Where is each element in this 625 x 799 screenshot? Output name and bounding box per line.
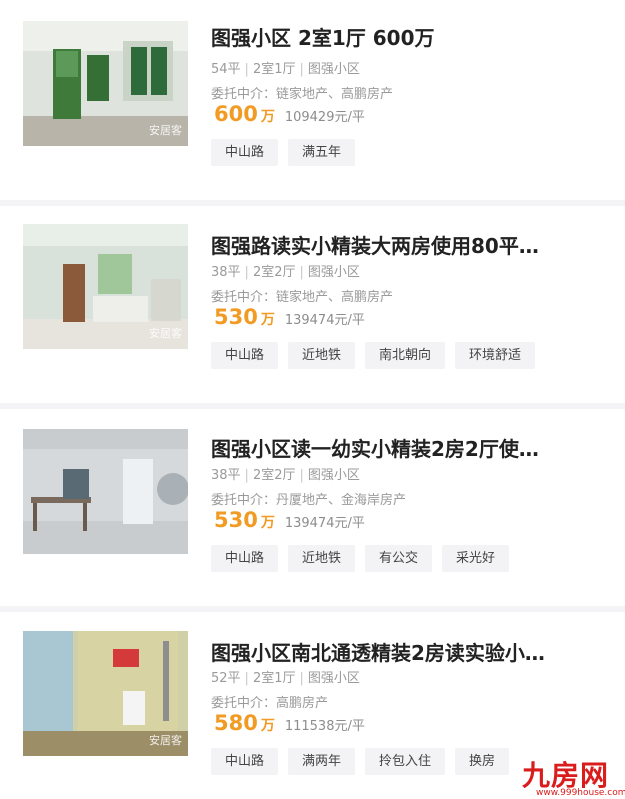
price-row: 530 万 139474元/平 (214, 305, 365, 329)
price-row: 600 万 109429元/平 (214, 102, 365, 126)
area: 38平 (211, 265, 241, 280)
agent-info: 委托中介：链家地产、高鹏房产 (211, 290, 394, 305)
community: 图强小区 (307, 671, 360, 686)
total-price: 580 (214, 711, 258, 735)
price-row: 530 万 139474元/平 (214, 508, 365, 532)
tag: 近地铁 (288, 545, 356, 572)
tag: 南北朝向 (365, 342, 446, 369)
listing-meta: 38平 | 2室2厅 | 图强小区 (211, 468, 360, 483)
tag: 满两年 (288, 748, 356, 775)
site-logo: 九房网 www.999house.com (522, 754, 625, 799)
area: 54平 (211, 62, 241, 77)
tag: 中山路 (211, 545, 279, 572)
watermark: 安居客 (149, 124, 182, 137)
listing-meta: 38平 | 2室2厅 | 图强小区 (211, 265, 360, 280)
agent-info: 委托中介：高鹏房产 (211, 696, 329, 711)
community: 图强小区 (307, 265, 360, 280)
total-price: 600 (214, 102, 258, 126)
tag: 近地铁 (288, 342, 356, 369)
listing-card[interactable]: 安居客 图强路读实小精装大两房使用80平… 38平 | 2室2厅 | 图强小区 委托中介… (0, 206, 625, 403)
watermark: 安居客 (149, 327, 182, 340)
listing-photo[interactable]: 安居客 (23, 631, 188, 756)
listing-card[interactable]: 图强小区读一幼实小精装2房2厅使… 38平 | 2室2厅 | 图强小区 委托中介：丹厦地… (0, 409, 625, 606)
unit-price: 139474元/平 (284, 516, 365, 531)
agent-info: 委托中介：丹厦地产、金海岸房产 (211, 493, 407, 508)
layout: 2室2厅 (252, 265, 296, 280)
listing-meta: 52平 | 2室1厅 | 图强小区 (211, 671, 360, 686)
layout: 2室1厅 (252, 671, 296, 686)
listing-title[interactable]: 图强路读实小精装大两房使用80平… (211, 230, 603, 259)
listing-title[interactable]: 图强小区 2室1厅 600万 (211, 22, 603, 51)
total-price: 530 (214, 508, 258, 532)
total-price: 530 (214, 305, 258, 329)
price-row: 580 万 111538元/平 (214, 711, 365, 735)
tag: 采光好 (442, 545, 510, 572)
tag: 环境舒适 (455, 342, 536, 369)
agent-info: 委托中介：链家地产、高鹏房产 (211, 87, 394, 102)
tag-list: 中山路 近地铁 有公交 采光好 (211, 545, 510, 572)
tag: 拎包入住 (365, 748, 446, 775)
tag: 中山路 (211, 342, 279, 369)
unit-price: 139474元/平 (284, 313, 365, 328)
tag: 满五年 (288, 139, 356, 166)
price-unit: 万 (260, 109, 275, 125)
tag: 换房 (455, 748, 510, 775)
tag-list: 中山路 近地铁 南北朝向 环境舒适 (211, 342, 536, 369)
site-logo-url: www.999house.com (536, 788, 625, 798)
unit-price: 111538元/平 (284, 719, 365, 734)
listing-photo[interactable]: 安居客 (23, 21, 188, 146)
area: 38平 (211, 468, 241, 483)
tag: 中山路 (211, 748, 279, 775)
price-unit: 万 (260, 718, 275, 734)
listing-card[interactable]: 安居客 图强小区 2室1厅 600万 54平 | 2室1厅 | 图强小区 委托中介：链家… (0, 0, 625, 200)
price-unit: 万 (260, 515, 275, 531)
unit-price: 109429元/平 (284, 110, 365, 125)
community: 图强小区 (307, 468, 360, 483)
tag: 中山路 (211, 139, 279, 166)
listing-photo[interactable] (23, 429, 188, 554)
community: 图强小区 (307, 62, 360, 77)
listing-title[interactable]: 图强小区读一幼实小精装2房2厅使… (211, 433, 603, 462)
listing-title[interactable]: 图强小区南北通透精装2房读实验小… (211, 637, 603, 666)
listing-meta: 54平 | 2室1厅 | 图强小区 (211, 62, 360, 77)
tag: 有公交 (365, 545, 433, 572)
tag-list: 中山路 满两年 拎包入住 换房 (211, 748, 510, 775)
tag-list: 中山路 满五年 (211, 139, 356, 166)
layout: 2室2厅 (252, 468, 296, 483)
watermark: 安居客 (149, 734, 182, 747)
listing-photo[interactable]: 安居客 (23, 224, 188, 349)
area: 52平 (211, 671, 241, 686)
layout: 2室1厅 (252, 62, 296, 77)
price-unit: 万 (260, 312, 275, 328)
